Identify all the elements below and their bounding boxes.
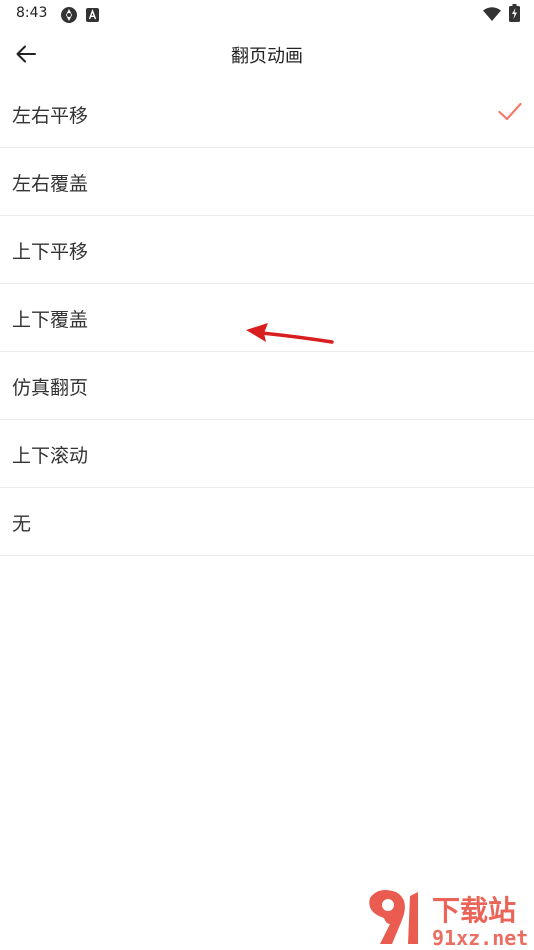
app-bar: 翻页动画 xyxy=(0,28,534,80)
option-label: 仿真翻页 xyxy=(12,377,89,399)
page-root: 8:43 翻页动画 左右平移 左右覆盖 上下平移 上下覆盖 仿真翻页 上下滚动 … xyxy=(0,0,534,950)
option-item-none[interactable]: 无 xyxy=(0,488,534,556)
battery-charging-icon xyxy=(509,4,520,26)
option-label: 左右平移 xyxy=(12,105,89,127)
app-a-icon xyxy=(86,7,99,26)
annotation-arrow-icon xyxy=(240,318,340,354)
app-notification-icon xyxy=(60,6,78,28)
option-label: 上下覆盖 xyxy=(12,309,89,331)
option-item-vertical-scroll[interactable]: 上下滚动 xyxy=(0,420,534,488)
watermark-logo: 下载站 91xz.net xyxy=(362,888,534,950)
option-label: 无 xyxy=(12,513,32,535)
status-bar: 8:43 xyxy=(0,0,534,28)
status-time: 8:43 xyxy=(16,5,48,21)
page-title: 翻页动画 xyxy=(231,46,303,67)
option-label: 上下滚动 xyxy=(12,445,89,467)
option-label: 上下平移 xyxy=(12,241,89,263)
option-item-vertical-slide[interactable]: 上下平移 xyxy=(0,216,534,284)
svg-text:91xz.net: 91xz.net xyxy=(432,926,528,950)
option-item-horizontal-cover[interactable]: 左右覆盖 xyxy=(0,148,534,216)
wifi-icon xyxy=(483,6,501,25)
option-label: 左右覆盖 xyxy=(12,173,89,195)
check-icon xyxy=(498,102,522,126)
option-item-horizontal-slide[interactable]: 左右平移 xyxy=(0,80,534,148)
svg-text:下载站: 下载站 xyxy=(432,894,516,927)
option-item-simulated-page-turn[interactable]: 仿真翻页 xyxy=(0,352,534,420)
